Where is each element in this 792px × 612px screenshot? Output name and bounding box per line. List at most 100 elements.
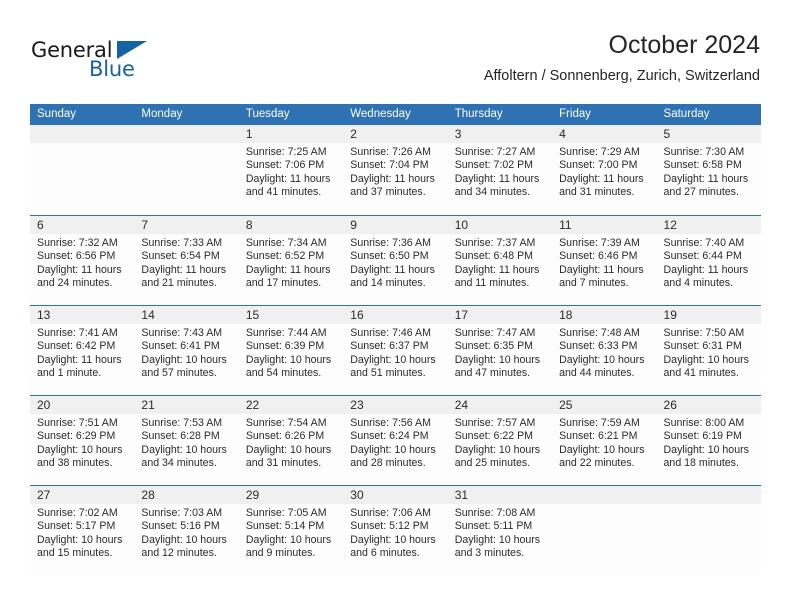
day-details (657, 504, 761, 507)
day-cell-3[interactable]: 3 Sunrise: 7:27 AM Sunset: 7:02 PM Daylight… (447, 125, 553, 215)
day-detail-line: Sunset: 7:02 PM (454, 159, 534, 172)
day-detail-line: Sunrise: 7:08 AM (454, 507, 536, 519)
page-title: October 2024 (608, 31, 761, 59)
day-number: 15 (245, 308, 260, 322)
day-number-band: 21 (134, 396, 239, 414)
day-cell-29[interactable]: 29 Sunrise: 7:05 AM Sunset: 5:14 PM Dayligh… (238, 486, 344, 575)
day-detail-line: Sunset: 5:12 PM (350, 520, 429, 533)
day-detail-line: Daylight: 11 hours (559, 263, 644, 276)
day-detail-line: Sunset: 6:39 PM (245, 340, 325, 353)
calendar-page: General Blue October 2024 Affoltern / So… (0, 0, 792, 612)
day-detail-line: Daylight: 10 hours (559, 353, 645, 366)
day-cell-24[interactable]: 24 Sunrise: 7:57 AM Sunset: 6:22 PM Dayligh… (447, 396, 553, 485)
day-cell-12[interactable]: 12 Sunrise: 7:40 AM Sunset: 6:44 PM Dayligh… (656, 216, 761, 305)
day-detail-line: and 11 minutes. (454, 277, 530, 290)
day-number: 20 (37, 398, 51, 412)
day-detail-line: and 21 minutes. (141, 277, 217, 290)
day-number-band: 30 (343, 486, 448, 504)
day-number-band: 5 (656, 125, 761, 143)
day-cell-15[interactable]: 15 Sunrise: 7:44 AM Sunset: 6:39 PM Dayligh… (238, 306, 344, 395)
day-cell-6[interactable]: 6 Sunrise: 7:32 AM Sunset: 6:56 PM Daylight… (30, 216, 135, 305)
day-detail-line: Daylight: 10 hours (454, 353, 541, 366)
day-cell-17[interactable]: 17 Sunrise: 7:47 AM Sunset: 6:35 PM Dayligh… (447, 306, 553, 395)
day-number: 4 (559, 127, 566, 141)
day-cell-26[interactable]: 26 Sunrise: 8:00 AM Sunset: 6:19 PM Dayligh… (656, 396, 761, 485)
day-detail-line: Sunrise: 7:48 AM (559, 327, 640, 339)
day-cell-empty (30, 125, 135, 215)
day-cell-20[interactable]: 20 Sunrise: 7:51 AM Sunset: 6:29 PM Dayligh… (30, 396, 135, 485)
day-cell-30[interactable]: 30 Sunrise: 7:06 AM Sunset: 5:12 PM Dayligh… (343, 486, 448, 575)
day-cell-10[interactable]: 10 Sunrise: 7:37 AM Sunset: 6:48 PM Dayligh… (447, 216, 553, 305)
day-details (30, 143, 134, 146)
day-cell-25[interactable]: 25 Sunrise: 7:59 AM Sunset: 6:21 PM Dayligh… (552, 396, 657, 485)
day-detail-line: Daylight: 10 hours (37, 533, 123, 546)
day-detail-line: Sunrise: 7:03 AM (141, 507, 223, 519)
day-cell-11[interactable]: 11 Sunrise: 7:39 AM Sunset: 6:46 PM Dayligh… (552, 216, 657, 305)
day-details: Sunrise: 7:48 AM Sunset: 6:33 PM Daylight:… (552, 324, 656, 381)
day-detail-line: Daylight: 11 hours (663, 172, 749, 185)
day-detail-line: Sunrise: 7:32 AM (37, 237, 118, 249)
day-cell-22[interactable]: 22 Sunrise: 7:54 AM Sunset: 6:26 PM Dayligh… (238, 396, 344, 485)
day-number: 18 (559, 308, 573, 322)
day-cell-18[interactable]: 18 Sunrise: 7:48 AM Sunset: 6:33 PM Dayligh… (552, 306, 657, 395)
day-detail-line: and 37 minutes. (350, 186, 426, 199)
day-cell-empty (552, 486, 657, 575)
day-detail-line: and 47 minutes. (454, 367, 531, 380)
week-row: 6 Sunrise: 7:32 AM Sunset: 6:56 PM Daylight… (30, 215, 761, 305)
day-cell-16[interactable]: 16 Sunrise: 7:46 AM Sunset: 6:37 PM Dayligh… (343, 306, 448, 395)
day-details: Sunrise: 7:53 AM Sunset: 6:28 PM Daylight:… (134, 414, 238, 471)
day-cell-5[interactable]: 5 Sunrise: 7:30 AM Sunset: 6:58 PM Daylight… (656, 125, 761, 215)
day-detail-line: Sunset: 6:50 PM (350, 250, 429, 263)
day-cell-28[interactable]: 28 Sunrise: 7:03 AM Sunset: 5:16 PM Dayligh… (134, 486, 239, 575)
day-cell-31[interactable]: 31 Sunrise: 7:08 AM Sunset: 5:11 PM Dayligh… (447, 486, 553, 575)
day-detail-line: and 12 minutes. (141, 547, 217, 560)
day-detail-line: Daylight: 10 hours (350, 443, 436, 456)
day-detail-line: Sunrise: 7:51 AM (37, 417, 118, 429)
day-detail-line: Sunset: 6:35 PM (454, 340, 534, 353)
day-cell-1[interactable]: 1 Sunrise: 7:25 AM Sunset: 7:06 PM Daylight… (238, 125, 344, 215)
day-detail-line: Sunrise: 7:27 AM (454, 146, 536, 158)
day-detail-line: and 28 minutes. (350, 457, 426, 470)
day-detail-line: and 54 minutes. (245, 367, 322, 380)
day-detail-line: Daylight: 11 hours (663, 263, 749, 276)
day-details: Sunrise: 7:26 AM Sunset: 7:04 PM Daylight:… (343, 143, 447, 200)
day-cell-13[interactable]: 13 Sunrise: 7:41 AM Sunset: 6:42 PM Dayligh… (30, 306, 135, 395)
weekday-header-wednesday: Wednesday (350, 108, 411, 120)
day-detail-line: and 41 minutes. (663, 367, 739, 380)
day-cell-7[interactable]: 7 Sunrise: 7:33 AM Sunset: 6:54 PM Daylight… (134, 216, 239, 305)
day-detail-line: Sunset: 6:37 PM (350, 340, 429, 353)
day-cell-27[interactable]: 27 Sunrise: 7:02 AM Sunset: 5:17 PM Dayligh… (30, 486, 135, 575)
day-number-band: 2 (343, 125, 448, 143)
day-cell-23[interactable]: 23 Sunrise: 7:56 AM Sunset: 6:24 PM Dayligh… (343, 396, 448, 485)
day-detail-line: Sunset: 6:19 PM (663, 430, 742, 443)
day-number: 19 (663, 308, 677, 322)
day-cell-4[interactable]: 4 Sunrise: 7:29 AM Sunset: 7:00 PM Daylight… (552, 125, 657, 215)
day-detail-line: Daylight: 10 hours (663, 353, 749, 366)
day-detail-line: and 17 minutes. (245, 277, 322, 290)
day-detail-line: Sunset: 6:56 PM (37, 250, 116, 263)
day-cell-2[interactable]: 2 Sunrise: 7:26 AM Sunset: 7:04 PM Daylight… (343, 125, 448, 215)
weekday-header-saturday: Saturday (663, 108, 710, 120)
day-number-band: 3 (447, 125, 553, 143)
day-cell-19[interactable]: 19 Sunrise: 7:50 AM Sunset: 6:31 PM Dayligh… (656, 306, 761, 395)
day-detail-line: and 27 minutes. (663, 186, 739, 199)
day-detail-line: and 24 minutes. (37, 277, 113, 290)
day-detail-line: Sunrise: 7:59 AM (559, 417, 640, 429)
day-cell-14[interactable]: 14 Sunrise: 7:43 AM Sunset: 6:41 PM Dayligh… (134, 306, 239, 395)
page-subtitle: Affoltern / Sonnenberg, Zurich, Switzerl… (483, 68, 760, 84)
day-detail-line: and 14 minutes. (350, 277, 426, 290)
day-cell-8[interactable]: 8 Sunrise: 7:34 AM Sunset: 6:52 PM Daylight… (238, 216, 344, 305)
day-detail-line: Daylight: 10 hours (245, 353, 332, 366)
day-cell-9[interactable]: 9 Sunrise: 7:36 AM Sunset: 6:50 PM Daylight… (343, 216, 448, 305)
day-detail-line: and 31 minutes. (559, 186, 635, 199)
day-number-band: 10 (447, 216, 553, 234)
day-number: 12 (663, 218, 677, 232)
weekday-header-monday: Monday (141, 108, 183, 120)
day-number-band: 17 (447, 306, 553, 324)
day-detail-line: Sunrise: 7:46 AM (350, 327, 431, 339)
day-number-band: 16 (343, 306, 448, 324)
day-detail-line: Daylight: 10 hours (141, 533, 227, 546)
week-row: 27 Sunrise: 7:02 AM Sunset: 5:17 PM Dayligh… (30, 485, 761, 575)
weekday-header-thursday: Thursday (454, 108, 503, 120)
day-cell-21[interactable]: 21 Sunrise: 7:53 AM Sunset: 6:28 PM Dayligh… (134, 396, 239, 485)
